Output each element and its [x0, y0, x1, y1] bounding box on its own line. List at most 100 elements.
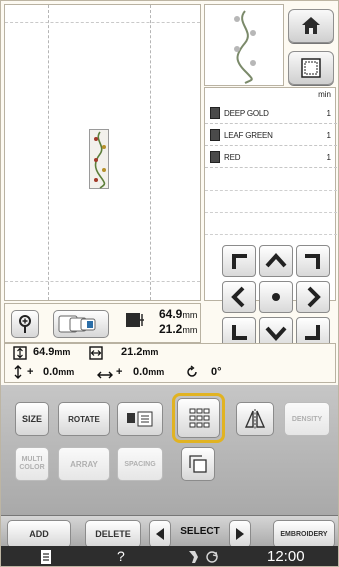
select-next-button[interactable] [229, 520, 251, 548]
thread-row[interactable]: RED 1 [205, 146, 337, 168]
x-offset-unit: mm [148, 367, 165, 377]
pattern-thumbnail [204, 4, 284, 86]
pattern-width-value: 64.9mm [159, 307, 197, 321]
hoop-display-button[interactable] [288, 51, 334, 85]
center-button[interactable] [259, 281, 293, 313]
hoop-guide-line [5, 22, 200, 23]
thread-count: 1 [326, 131, 331, 140]
dimension-height-unit: mm [54, 347, 71, 357]
mirror-button[interactable] [236, 402, 274, 436]
grid-icon [189, 408, 209, 428]
thread-spool-icon [210, 151, 220, 163]
edit-tools-panel: SIZE ROTATE DENSITY MULTI COLOR ARRAY SP… [1, 385, 338, 515]
spacing-button[interactable]: SPACING [117, 447, 163, 481]
array-button[interactable]: ARRAY [58, 447, 110, 481]
hoop-grid-icon [301, 58, 321, 78]
duplicate-icon [189, 455, 207, 473]
thread-count: 1 [326, 153, 331, 162]
thread-name: LEAF GREEN [224, 131, 273, 140]
thread-row[interactable]: DEEP GOLD 1 [205, 102, 337, 124]
y-offset-text: 0.0mm [43, 366, 74, 378]
thread-spool-icon [210, 107, 220, 119]
thread-row[interactable]: LEAF GREEN 1 [205, 124, 337, 146]
hoop-guide-line [150, 5, 151, 300]
mirror-icon [244, 409, 266, 429]
pattern-height: 21.2 [159, 322, 183, 336]
horizontal-move-icon [97, 367, 113, 379]
width-icon [89, 346, 103, 360]
hoop-frames-button[interactable] [53, 310, 109, 338]
x-offset-text: 0.0mm [133, 366, 164, 378]
document-icon[interactable] [39, 549, 53, 565]
move-right-button[interactable] [296, 281, 330, 313]
triangle-left-icon [156, 528, 164, 540]
embroidery-edit-screen: min DEEP GOLD 1 LEAF GREEN 1 RED 1 64.9m… [0, 0, 339, 567]
border-button[interactable] [117, 402, 163, 436]
y-sign: + [27, 366, 34, 378]
select-label: SELECT [180, 526, 220, 537]
home-icon [302, 17, 320, 34]
select-previous-button[interactable] [149, 520, 171, 548]
sewing-status-icon [187, 549, 221, 565]
dimension-width: 21.2 [121, 346, 143, 358]
status-bar: ? 12:00 [1, 546, 338, 566]
dimension-width-unit: mm [142, 347, 159, 357]
y-offset-unit: mm [58, 367, 75, 377]
chevron-up-icon [265, 253, 287, 268]
rotation-icon [185, 365, 199, 379]
delete-button[interactable]: DELETE [85, 520, 141, 548]
duplicate-button[interactable] [181, 447, 215, 481]
dimension-height-text: 64.9mm [33, 346, 70, 358]
help-button[interactable]: ? [117, 548, 125, 564]
corner-up-right-icon [305, 254, 320, 269]
triangle-right-icon [236, 528, 244, 540]
pattern-size-icon [123, 310, 145, 332]
magnify-button[interactable] [11, 310, 39, 338]
move-up-left-button[interactable] [222, 245, 256, 277]
corner-up-left-icon [232, 254, 247, 269]
multi-color-button[interactable]: MULTI COLOR [15, 447, 49, 481]
dimension-height: 64.9 [33, 346, 55, 358]
chevron-right-icon [307, 286, 321, 308]
vertical-move-icon [13, 365, 23, 379]
pattern-height-unit: mm [182, 325, 198, 335]
pattern-preview[interactable] [89, 129, 109, 189]
rotation-angle: 0° [211, 366, 222, 378]
embroidery-button[interactable]: EMBROIDERY [273, 520, 335, 548]
hoop-frames-icon [58, 315, 96, 333]
move-left-button[interactable] [222, 281, 256, 313]
move-up-right-button[interactable] [296, 245, 330, 277]
height-icon [13, 346, 27, 360]
hoop-guide-line [5, 281, 200, 282]
thread-name: RED [224, 153, 241, 162]
list-divider [205, 234, 337, 235]
list-divider [205, 212, 337, 213]
pattern-height-value: 21.2mm [159, 322, 197, 336]
rotate-button[interactable]: ROTATE [58, 402, 110, 436]
pattern-width: 64.9 [159, 307, 183, 321]
x-sign: + [116, 366, 123, 378]
vine-pattern-icon [94, 131, 106, 189]
thread-spool-icon [210, 129, 220, 141]
dimension-position-panel: 64.9mm 21.2mm + 0.0mm + 0.0mm 0° [4, 343, 336, 383]
pattern-info-bar: 64.9mm 21.2mm [4, 303, 201, 343]
repeat-grid-button[interactable] [177, 398, 220, 438]
magnifier-icon [19, 315, 31, 333]
add-button[interactable]: ADD [7, 520, 71, 548]
home-button[interactable] [288, 9, 334, 43]
thread-count: 1 [326, 109, 331, 118]
density-button[interactable]: DENSITY [284, 402, 330, 436]
y-offset: 0.0 [43, 366, 59, 378]
embroidery-hoop-area[interactable] [4, 4, 201, 301]
size-button[interactable]: SIZE [15, 402, 49, 436]
move-up-button[interactable] [259, 245, 293, 277]
clock: 12:00 [267, 548, 305, 565]
border-layout-icon [127, 411, 153, 427]
hoop-guide-line [48, 5, 49, 300]
thread-name: DEEP GOLD [224, 109, 269, 118]
center-dot-icon [272, 293, 280, 301]
dimension-width-text: 21.2mm [121, 346, 158, 358]
thread-time-header: min [318, 90, 331, 99]
x-offset: 0.0 [133, 366, 149, 378]
vine-thumbnail-icon [234, 10, 256, 84]
